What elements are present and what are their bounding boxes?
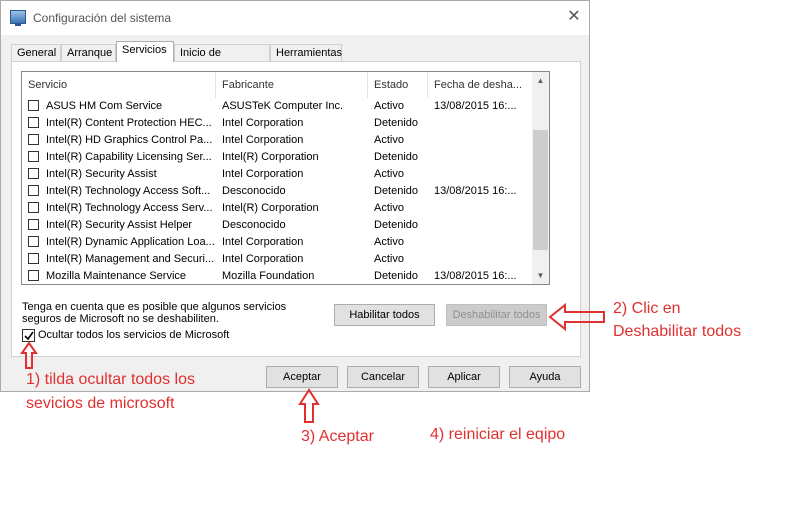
tab-servicios[interactable]: Servicios [116, 41, 174, 62]
left-arrow-icon-disable-all [548, 302, 605, 332]
annotation-step2-line1: 2) Clic en [613, 300, 681, 317]
annotation-step4: 4) reiniciar el eqipo [430, 426, 566, 443]
annotation-arrows [20, 302, 605, 423]
annotation-step2-line2: Deshabilitar todos [613, 323, 742, 340]
annotation-step1-line1: 1) tilda ocultar todos los [26, 371, 195, 388]
up-arrow-icon-ok [298, 388, 320, 423]
annotation-step1-line2: sevicios de microsoft [26, 395, 175, 412]
annotation-step3: 3) Aceptar [301, 428, 374, 445]
up-arrow-icon-checkbox [20, 341, 38, 369]
